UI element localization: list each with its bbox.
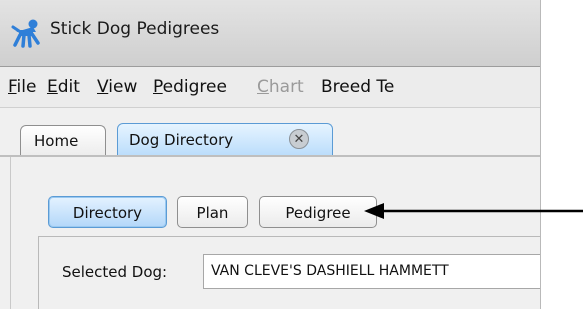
menu-breed-test-label: Breed Te bbox=[321, 77, 395, 97]
subtab-directory-label: Directory bbox=[72, 204, 143, 222]
menu-edit[interactable]: Edit bbox=[47, 77, 80, 97]
menu-pedigree-mnemonic: P bbox=[153, 77, 163, 97]
selected-dog-field[interactable]: VAN CLEVE'S DASHIELL HAMMETT bbox=[203, 254, 540, 289]
subtab-pedigree[interactable]: Pedigree bbox=[259, 196, 377, 228]
subtab-plan-label: Plan bbox=[196, 204, 229, 222]
menu-view-label: iew bbox=[108, 77, 138, 97]
menu-file[interactable]: File bbox=[8, 77, 36, 97]
menu-pedigree-label: edigree bbox=[162, 77, 227, 97]
menu-view-mnemonic: V bbox=[97, 77, 109, 97]
application-window: Stick Dog Pedigrees File Edit View Pedig… bbox=[0, 0, 541, 309]
menu-edit-label: dit bbox=[57, 77, 80, 97]
menu-chart: Chart bbox=[257, 77, 304, 97]
subtab-pedigree-label: Pedigree bbox=[285, 204, 351, 222]
document-tab-strip: Home Dog Directory ✕ bbox=[0, 108, 540, 157]
menu-chart-label: hart bbox=[268, 77, 304, 97]
tab-home[interactable]: Home bbox=[20, 125, 106, 156]
window-title: Stick Dog Pedigrees bbox=[50, 19, 220, 39]
stick-dog-icon bbox=[11, 19, 40, 48]
subtab-directory[interactable]: Directory bbox=[48, 196, 167, 228]
close-icon[interactable]: ✕ bbox=[289, 129, 309, 149]
menu-file-mnemonic: F bbox=[8, 77, 17, 97]
tab-dog-directory-label: Dog Directory bbox=[129, 131, 234, 149]
menu-edit-mnemonic: E bbox=[47, 77, 58, 97]
menu-breed-test[interactable]: Breed Te bbox=[321, 77, 394, 97]
menu-bar: File Edit View Pedigree Chart Breed Te bbox=[0, 67, 540, 108]
subtab-plan[interactable]: Plan bbox=[177, 196, 248, 228]
tab-home-label: Home bbox=[34, 132, 79, 150]
menu-file-label: ile bbox=[16, 77, 37, 97]
tab-dog-directory[interactable]: Dog Directory ✕ bbox=[117, 123, 333, 157]
menu-view[interactable]: View bbox=[97, 77, 137, 97]
selected-dog-label: Selected Dog: bbox=[62, 263, 168, 281]
menu-chart-mnemonic: C bbox=[257, 77, 269, 97]
menu-pedigree[interactable]: Pedigree bbox=[153, 77, 227, 97]
title-bar: Stick Dog Pedigrees bbox=[0, 0, 540, 67]
